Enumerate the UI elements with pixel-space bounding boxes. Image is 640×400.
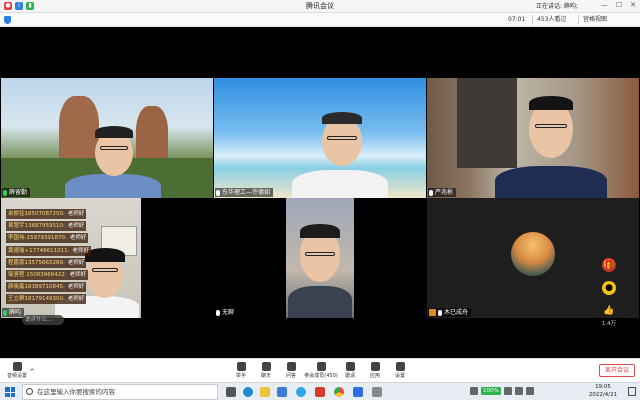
apps-button[interactable]: 应用: [362, 362, 388, 379]
speaker-icon: [12, 362, 22, 371]
apps-icon: [370, 362, 380, 371]
task-view-icon[interactable]: [226, 387, 236, 397]
chat-message: 李国伟-15979391870: 老师好: [6, 233, 89, 244]
participants-button[interactable]: 参会成员(450): [304, 362, 338, 379]
mic-icon: [216, 309, 220, 316]
invite-button[interactable]: 邀请: [337, 362, 363, 379]
view-mode-button[interactable]: 宫格视图: [578, 15, 611, 25]
question-icon: [286, 362, 296, 371]
gift-icon[interactable]: 🎁: [602, 258, 616, 272]
chat-button[interactable]: 聊天: [253, 362, 279, 379]
chevron-up-icon[interactable]: ^: [28, 368, 36, 376]
audio-settings-button[interactable]: 音频设置: [4, 362, 30, 379]
chat-icon: [261, 362, 271, 371]
add-user-icon: [345, 362, 355, 371]
settings-button[interactable]: 设置: [387, 362, 413, 379]
chat-message: 颜晓鑫18389710845: 老师好: [6, 282, 87, 293]
participant-nameplate: 木已成舟: [428, 308, 472, 317]
hand-icon: [236, 362, 246, 371]
volume-icon[interactable]: [514, 387, 523, 395]
mic-icon: [429, 189, 433, 196]
thumbs-up-icon[interactable]: 👍: [602, 304, 616, 318]
tencent-meeting-icon[interactable]: [353, 387, 363, 397]
taskbar-search-input[interactable]: 在这里输入你要搜索的内容: [22, 384, 218, 400]
chat-message: 邹竖程 15083966422: 老师好: [6, 269, 89, 280]
chat-message: 王立群18179149300: 老师好: [6, 294, 87, 305]
file-explorer-icon[interactable]: [260, 387, 270, 397]
leave-meeting-button[interactable]: 离开会议: [599, 364, 635, 377]
raise-hand-button[interactable]: 举手: [228, 362, 254, 379]
participant-nameplate: 严兆彬: [428, 188, 457, 197]
participant-nameplate: 无聊: [215, 308, 238, 317]
chat-message: 程嘉豪13575665289: 老师好: [6, 257, 87, 268]
participant-nameplate: 东华理工—许德如: [215, 188, 274, 197]
maximize-button[interactable]: ☐: [616, 1, 622, 9]
participant-nameplate: 薛昀: [2, 308, 25, 317]
speaking-indicator: 正在讲话: 薛昀;: [536, 3, 578, 10]
meeting-info-bar: 07:01 453人看过 宫格视图: [0, 13, 640, 27]
notification-icon[interactable]: [628, 387, 636, 396]
minimize-button[interactable]: —: [601, 1, 608, 9]
coin-icon[interactable]: ●: [602, 281, 616, 295]
chrome-icon[interactable]: [334, 387, 344, 397]
reaction-panel: 🎁 ● 👍 1.4万: [600, 258, 618, 327]
meeting-timer: 07:01: [508, 16, 526, 23]
mic-icon: [438, 309, 442, 316]
video-tile[interactable]: 东华理工—许德如: [214, 78, 426, 198]
viewers-count[interactable]: 453人看过: [532, 15, 570, 25]
wps-icon[interactable]: [315, 387, 325, 397]
close-button[interactable]: ✕: [630, 1, 636, 9]
avatar: [511, 232, 555, 276]
ime-icon[interactable]: [525, 387, 534, 395]
host-icon: [429, 309, 436, 316]
mic-icon: [3, 189, 7, 196]
shield-icon[interactable]: [4, 16, 11, 24]
meeting-toolbar: 音频设置 ^ 举手 聊天 问答 参会成员(450) 邀请 应用 设置 离开会议: [0, 358, 640, 382]
system-tray: 100%: [470, 387, 534, 395]
people-icon: [316, 362, 326, 371]
chevron-up-icon[interactable]: [470, 387, 478, 395]
video-tile[interactable]: 无聊: [214, 198, 426, 318]
gear-icon: [395, 362, 405, 371]
wifi-icon[interactable]: [503, 387, 512, 395]
battery-indicator[interactable]: 100%: [481, 387, 501, 395]
mic-icon: [216, 189, 220, 196]
video-tile[interactable]: 薛留勤: [1, 78, 213, 198]
browser-icon[interactable]: [296, 387, 306, 397]
windows-start-icon[interactable]: [5, 387, 15, 397]
video-tile[interactable]: 严兆彬: [427, 78, 639, 198]
qa-button[interactable]: 问答: [278, 362, 304, 379]
store-icon[interactable]: [277, 387, 287, 397]
chat-input[interactable]: 说点什么...: [22, 315, 64, 325]
taskbar-clock[interactable]: 19:05 2022/4/21: [583, 384, 623, 399]
meeting-window: ● i ▮ 腾讯会议 正在讲话: 薛昀; — ☐ ✕ 07:01 453人看过 …: [0, 0, 640, 400]
like-count: 1.4万: [601, 321, 617, 327]
participant-nameplate: 薛留勤: [2, 188, 31, 197]
search-icon: [26, 388, 33, 395]
chat-message: 易慧宇13687959510: 老师好: [6, 221, 87, 232]
edge-browser-icon[interactable]: [243, 387, 253, 397]
chat-message: 余姣钰18507087250: 老师好: [6, 209, 87, 219]
mic-icon: [3, 309, 7, 316]
os-taskbar: 在这里输入你要搜索的内容 100% 19:05 2022/4/21: [0, 382, 640, 400]
chat-overlay: 余姣钰18507087250: 老师好 易慧宇13687959510: 老师好 李国…: [6, 209, 91, 307]
app-icon[interactable]: [372, 387, 382, 397]
chat-message: 黄遵瑜+17746611011: 老师好: [6, 245, 91, 256]
title-bar: ● i ▮ 腾讯会议 正在讲话: 薛昀; — ☐ ✕: [0, 0, 640, 13]
